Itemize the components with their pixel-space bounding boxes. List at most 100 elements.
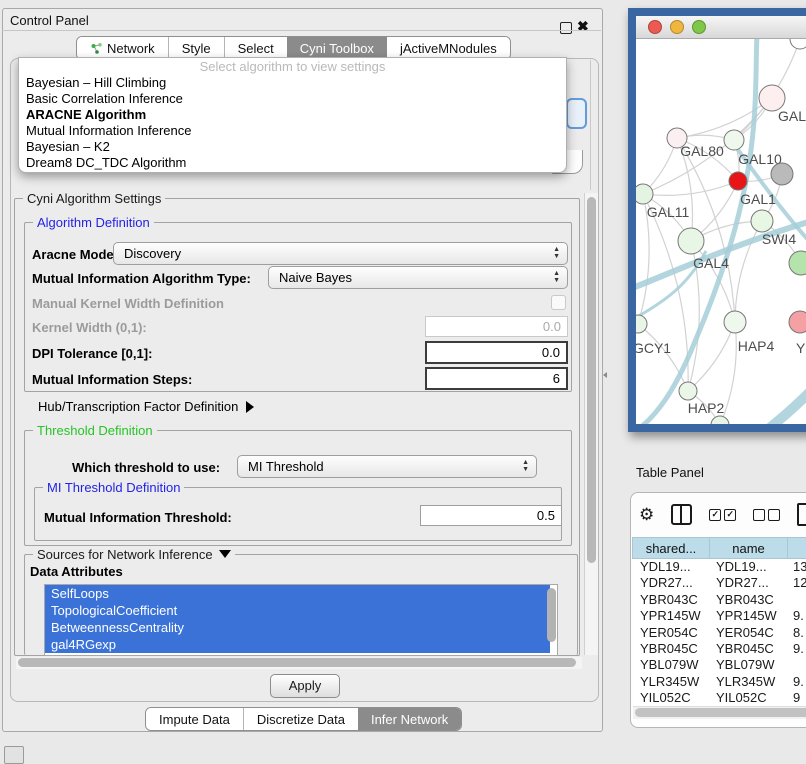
tab-impute-data[interactable]: Impute Data bbox=[146, 708, 243, 730]
column-header-shared[interactable]: shared... bbox=[632, 537, 710, 559]
attribute-list-item[interactable]: gal4RGexp bbox=[45, 636, 550, 653]
tab-style[interactable]: Style bbox=[168, 37, 224, 59]
network-node-gal11[interactable] bbox=[636, 184, 653, 204]
tab-jactivemnodules[interactable]: jActiveMNodules bbox=[387, 37, 510, 59]
network-node-gal4[interactable] bbox=[678, 228, 704, 254]
network-node[interactable] bbox=[790, 39, 806, 49]
table-cell: YPR145W bbox=[709, 608, 786, 624]
panel-splitter-handle[interactable] bbox=[603, 372, 607, 378]
algorithm-option[interactable]: Mutual Information Inference bbox=[19, 123, 566, 139]
algorithm-option[interactable]: Bayesian – Hill Climbing bbox=[19, 75, 566, 91]
network-edge[interactable] bbox=[677, 98, 772, 138]
tab-network[interactable]: Network bbox=[77, 37, 168, 59]
table-row[interactable]: YBR043CYBR043C bbox=[633, 592, 806, 608]
table-row[interactable]: YER054CYER054C8. bbox=[633, 625, 806, 641]
table-row[interactable]: YDR27...YDR27...12 bbox=[633, 575, 806, 591]
table-row[interactable]: YPR145WYPR145W9. bbox=[633, 608, 806, 624]
mi-threshold-label: Mutual Information Threshold: bbox=[44, 510, 232, 525]
close-icon[interactable]: ✖ bbox=[577, 18, 589, 35]
network-edge[interactable] bbox=[643, 194, 688, 391]
zoom-traffic-light[interactable] bbox=[692, 20, 706, 34]
kernel-width-field[interactable]: 0.0 bbox=[425, 316, 568, 337]
algorithm-option[interactable]: Basic Correlation Inference bbox=[19, 91, 566, 107]
algorithm-option[interactable]: ARACNE Algorithm bbox=[19, 107, 566, 123]
focused-combobox-fragment[interactable] bbox=[566, 98, 587, 129]
table-cell: YLR345W bbox=[709, 674, 786, 690]
minimize-traffic-light[interactable] bbox=[670, 20, 684, 34]
float-window-icon[interactable] bbox=[560, 22, 572, 34]
aracne-mode-select[interactable]: Discovery ▲▼ bbox=[113, 242, 568, 265]
table-cell: 12 bbox=[786, 575, 806, 591]
table-panel-title: Table Panel bbox=[636, 465, 704, 480]
mi-threshold-field[interactable]: 0.5 bbox=[420, 505, 562, 526]
table-cell: YLR345W bbox=[633, 674, 709, 690]
attribute-list-item[interactable]: TopologicalCoefficient bbox=[45, 602, 550, 619]
node-label: GAL bbox=[778, 108, 806, 124]
network-icon bbox=[90, 42, 103, 55]
table-row[interactable]: YDL19...YDL19...13 bbox=[633, 559, 806, 575]
deselect-all-icon[interactable] bbox=[753, 509, 780, 521]
network-view-window[interactable]: GALGAL80GAL10GAL1GAL11SWI4GAL4GCY1HAP4YH… bbox=[628, 8, 806, 432]
network-canvas[interactable]: GALGAL80GAL10GAL1GAL11SWI4GAL4GCY1HAP4YH… bbox=[636, 39, 806, 424]
scrollbar-thumb[interactable] bbox=[635, 708, 806, 717]
table-cell: YDL19... bbox=[633, 559, 709, 575]
dpi-tolerance-field[interactable]: 0.0 bbox=[425, 341, 568, 364]
network-node-hap4[interactable] bbox=[724, 311, 746, 333]
tab-cyni-toolbox[interactable]: Cyni Toolbox bbox=[287, 37, 387, 59]
network-edge[interactable] bbox=[638, 324, 688, 391]
network-node[interactable] bbox=[789, 251, 806, 275]
network-window-titlebar[interactable] bbox=[636, 16, 806, 39]
columns-icon[interactable] bbox=[671, 504, 692, 525]
table-row[interactable]: YBL079WYBL079W bbox=[633, 657, 806, 673]
minimized-panel-icon[interactable] bbox=[4, 746, 24, 764]
stepper-icon: ▲▼ bbox=[522, 459, 529, 473]
mi-algorithm-type-select[interactable]: Naive Bayes ▲▼ bbox=[268, 266, 568, 289]
column-header-name[interactable]: name bbox=[709, 537, 788, 559]
list-scrollbar-thumb[interactable] bbox=[547, 588, 556, 642]
network-node[interactable] bbox=[711, 416, 729, 424]
table-header-row: shared...nameA bbox=[633, 537, 806, 559]
network-node-gal10[interactable] bbox=[724, 130, 744, 150]
algorithm-option[interactable]: Bayesian – K2 bbox=[19, 139, 566, 155]
collapse-down-icon bbox=[219, 550, 231, 558]
which-threshold-select[interactable]: MI Threshold ▲▼ bbox=[237, 455, 537, 478]
tab-discretize-data[interactable]: Discretize Data bbox=[243, 708, 358, 730]
mi-steps-field[interactable]: 6 bbox=[425, 367, 568, 390]
tab-select[interactable]: Select bbox=[224, 37, 287, 59]
table-horizontal-scrollbar[interactable] bbox=[633, 706, 806, 719]
settings-vertical-scrollbar[interactable] bbox=[584, 193, 598, 655]
select-all-icon[interactable]: ✓✓ bbox=[709, 509, 736, 521]
manual-kernel-checkbox[interactable] bbox=[551, 295, 566, 310]
table-row[interactable]: YBR045CYBR045C9. bbox=[633, 641, 806, 657]
column-header-a[interactable]: A bbox=[787, 537, 806, 559]
tab-infer-network[interactable]: Infer Network bbox=[358, 708, 461, 730]
network-node-swi4[interactable] bbox=[751, 210, 773, 232]
network-node[interactable] bbox=[771, 163, 793, 185]
groupbox-border-fragment bbox=[590, 60, 591, 190]
network-node-gal1[interactable] bbox=[729, 172, 747, 190]
sources-group-title[interactable]: Sources for Network Inference bbox=[33, 547, 235, 562]
network-node-hap2[interactable] bbox=[679, 382, 697, 400]
network-graph: GALGAL80GAL10GAL1GAL11SWI4GAL4GCY1HAP4YH… bbox=[636, 39, 806, 424]
table-row[interactable]: YIL052CYIL052C9 bbox=[633, 690, 806, 706]
aracne-mode-label: Aracne Mode: bbox=[32, 247, 118, 262]
scrollbar-thumb[interactable] bbox=[587, 197, 596, 563]
close-traffic-light[interactable] bbox=[648, 20, 662, 34]
gear-icon[interactable]: ⚙ bbox=[639, 506, 654, 523]
attribute-list-item[interactable]: SelfLoops bbox=[45, 585, 550, 602]
table-body: YDL19...YDL19...13YDR27...YDR27...12YBR0… bbox=[633, 559, 806, 706]
document-icon[interactable] bbox=[797, 503, 806, 526]
node-label: Y bbox=[796, 340, 806, 356]
hub-definition-toggle[interactable]: Hub/Transcription Factor Definition bbox=[38, 399, 254, 414]
scrollbar-thumb[interactable] bbox=[18, 658, 576, 667]
mi-threshold-group-title: MI Threshold Definition bbox=[43, 480, 184, 495]
network-node-y[interactable] bbox=[789, 311, 806, 333]
settings-horizontal-scrollbar[interactable] bbox=[16, 657, 582, 669]
table-row[interactable]: YLR345WYLR345W9. bbox=[633, 674, 806, 690]
network-edge-highlighted[interactable] bbox=[714, 375, 806, 424]
apply-button[interactable]: Apply bbox=[270, 674, 340, 698]
algorithm-option[interactable]: Dream8 DC_TDC Algorithm bbox=[19, 155, 566, 171]
table-cell: YBR043C bbox=[709, 592, 786, 608]
table-cell: YDR27... bbox=[709, 575, 786, 591]
attribute-list-item[interactable]: BetweennessCentrality bbox=[45, 619, 550, 636]
